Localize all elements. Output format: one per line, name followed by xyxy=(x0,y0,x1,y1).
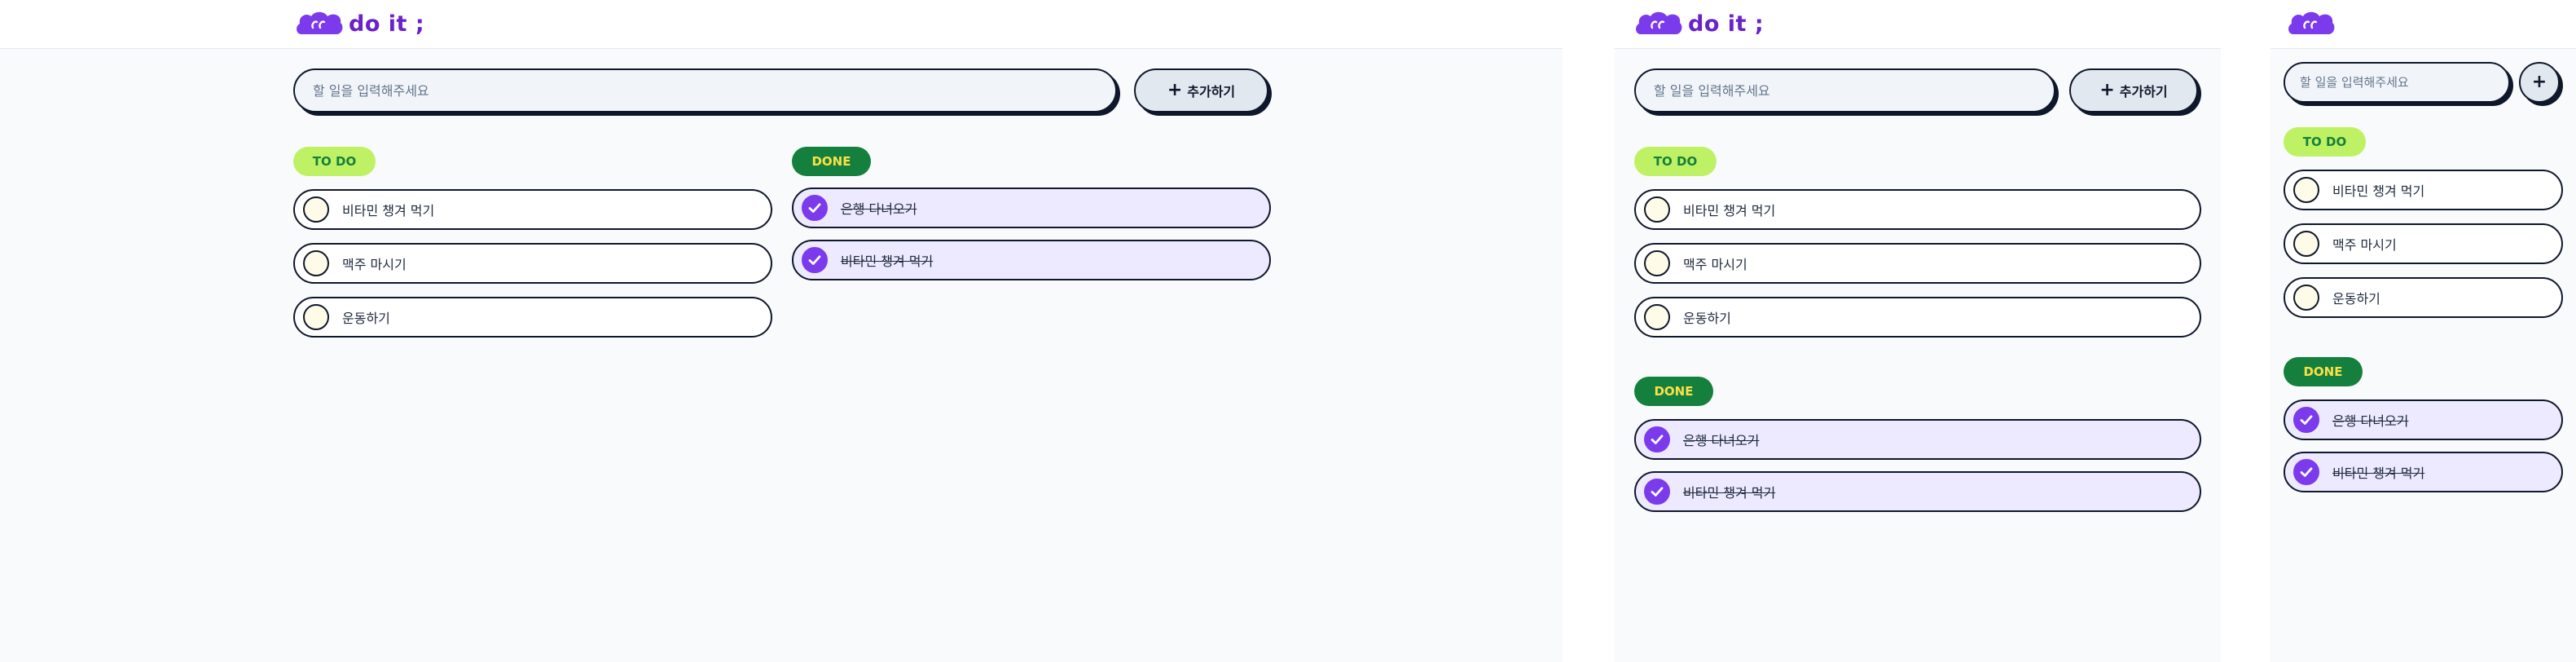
todo-item[interactable]: 맥주 마시기 xyxy=(1634,243,2201,284)
unchecked-circle-icon[interactable] xyxy=(1644,304,1670,330)
unchecked-circle-icon[interactable] xyxy=(1644,250,1670,276)
done-item-label: 은행 다녀오기 xyxy=(1683,433,1760,448)
unchecked-circle-icon[interactable] xyxy=(303,250,329,276)
todo-section-badge: TO DO xyxy=(293,147,376,176)
plus-icon: + xyxy=(1167,80,1183,100)
add-button-label: 추가하기 xyxy=(1187,84,1236,99)
done-item-label: 비타민 챙겨 먹기 xyxy=(841,254,934,269)
unchecked-circle-icon[interactable] xyxy=(303,304,329,330)
todo-item[interactable]: 운동하기 xyxy=(293,297,772,338)
done-section-badge: DONE xyxy=(1634,377,1713,406)
checked-circle-icon[interactable] xyxy=(1644,426,1670,452)
todo-section-badge: TO DO xyxy=(2284,127,2366,157)
todo-item-label: 비타민 챙겨 먹기 xyxy=(2332,183,2425,199)
logo-text: do it ; xyxy=(1688,11,1765,37)
checked-circle-icon[interactable] xyxy=(2293,407,2319,433)
checked-circle-icon[interactable] xyxy=(802,195,828,221)
add-button-label: 추가하기 xyxy=(2119,84,2168,99)
unchecked-circle-icon[interactable] xyxy=(1644,196,1670,223)
checked-circle-icon[interactable] xyxy=(2293,459,2319,485)
todo-item-label: 비타민 챙겨 먹기 xyxy=(342,203,435,218)
done-item-label: 은행 다녀오기 xyxy=(841,201,917,217)
done-item-label: 비타민 챙겨 먹기 xyxy=(1683,485,1776,501)
done-item-label: 비타민 챙겨 먹기 xyxy=(2332,466,2425,481)
todo-item[interactable]: 맥주 마시기 xyxy=(2284,223,2563,264)
unchecked-circle-icon[interactable] xyxy=(303,196,329,223)
done-item[interactable]: 비타민 챙겨 먹기 xyxy=(2284,452,2563,492)
logo-text: do it ; xyxy=(349,11,425,37)
done-item[interactable]: 은행 다녀오기 xyxy=(2284,399,2563,440)
todo-item-label: 맥주 마시기 xyxy=(342,257,407,272)
done-item-label: 은행 다녀오기 xyxy=(2332,413,2409,429)
tablet-view: do it ; + 추가하기 TO DO 비타민 챙겨 먹기 맥주 마시기 운동… xyxy=(1615,0,2221,662)
cloud-eyes-logo-icon xyxy=(1636,11,1682,34)
header: do it ; xyxy=(1615,0,2221,49)
todo-item-label: 운동하기 xyxy=(1683,311,1731,326)
todo-item-label: 운동하기 xyxy=(342,311,390,326)
done-item[interactable]: 비타민 챙겨 먹기 xyxy=(792,240,1271,280)
add-button[interactable]: + 추가하기 xyxy=(2069,68,2198,113)
logo[interactable]: do it ; xyxy=(295,10,424,38)
todo-input[interactable] xyxy=(293,68,1117,113)
add-button[interactable]: + xyxy=(2519,62,2560,103)
todo-item-label: 운동하기 xyxy=(2332,291,2380,307)
todo-item-label: 맥주 마시기 xyxy=(2332,237,2397,253)
logo[interactable]: do it ; xyxy=(1634,10,1764,38)
desktop-view: do it ; + 추가하기 TO DO 비타민 챙겨 먹기 맥주 마시기 운동… xyxy=(0,0,1563,662)
done-section-badge: DONE xyxy=(2284,357,2363,386)
todo-item[interactable]: 운동하기 xyxy=(1634,297,2201,338)
todo-item-label: 비타민 챙겨 먹기 xyxy=(1683,203,1776,218)
todo-input[interactable] xyxy=(1634,68,2055,113)
todo-item[interactable]: 비타민 챙겨 먹기 xyxy=(2284,170,2563,210)
todo-item[interactable]: 비타민 챙겨 먹기 xyxy=(1634,189,2201,230)
todo-input[interactable] xyxy=(2284,62,2510,103)
checked-circle-icon[interactable] xyxy=(1644,479,1670,505)
header xyxy=(2270,0,2576,49)
todo-item-label: 맥주 마시기 xyxy=(1683,257,1747,272)
todo-section-badge: TO DO xyxy=(1634,147,1717,176)
done-item[interactable]: 은행 다녀오기 xyxy=(792,188,1271,228)
add-button[interactable]: + 추가하기 xyxy=(1134,68,1268,113)
unchecked-circle-icon[interactable] xyxy=(2293,231,2319,257)
mobile-view: + TO DO 비타민 챙겨 먹기 맥주 마시기 운동하기 DONE 은행 다녀… xyxy=(2270,0,2576,662)
done-section-badge: DONE xyxy=(792,147,871,176)
todo-item[interactable]: 맥주 마시기 xyxy=(293,243,772,284)
header: do it ; xyxy=(0,0,1563,49)
todo-item[interactable]: 비타민 챙겨 먹기 xyxy=(293,189,772,230)
unchecked-circle-icon[interactable] xyxy=(2293,177,2319,203)
plus-icon: + xyxy=(2531,72,2547,92)
plus-icon: + xyxy=(2099,80,2115,100)
todo-item[interactable]: 운동하기 xyxy=(2284,277,2563,318)
done-item[interactable]: 비타민 챙겨 먹기 xyxy=(1634,471,2201,512)
cloud-eyes-logo-icon xyxy=(2288,11,2335,34)
checked-circle-icon[interactable] xyxy=(802,247,828,273)
unchecked-circle-icon[interactable] xyxy=(2293,285,2319,311)
done-item[interactable]: 은행 다녀오기 xyxy=(1634,419,2201,460)
cloud-eyes-logo-icon xyxy=(297,11,343,34)
logo[interactable] xyxy=(2287,10,2336,38)
